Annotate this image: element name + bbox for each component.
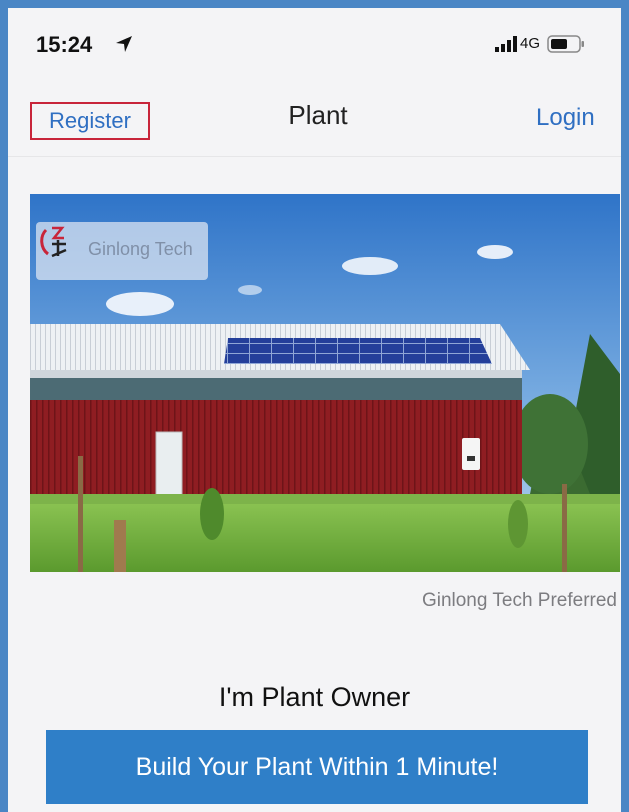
- battery-icon: [547, 35, 584, 53]
- register-button[interactable]: Register: [30, 102, 150, 140]
- status-time: 15:24: [36, 32, 93, 57]
- network-type: 4G: [520, 35, 541, 52]
- brand-badge: Ginlong Tech: [36, 222, 208, 280]
- build-plant-button[interactable]: Build Your Plant Within 1 Minute!: [46, 730, 588, 804]
- page-title: Plant: [288, 100, 348, 130]
- hero-image: Ginlong Tech: [30, 194, 620, 572]
- signal-bars-icon: [495, 36, 517, 52]
- status-bar: 15:24 4G: [8, 8, 621, 84]
- brand-name: Ginlong Tech: [88, 239, 193, 259]
- login-button[interactable]: Login: [536, 104, 595, 132]
- hero-caption: Ginlong Tech Preferred: [421, 590, 617, 611]
- nav-divider: [8, 156, 621, 157]
- brand-logo-icon: [40, 226, 67, 258]
- owner-heading: I'm Plant Owner: [218, 682, 411, 712]
- nav-bar: Register Plant Login: [8, 84, 621, 156]
- location-arrow-icon: [116, 36, 132, 52]
